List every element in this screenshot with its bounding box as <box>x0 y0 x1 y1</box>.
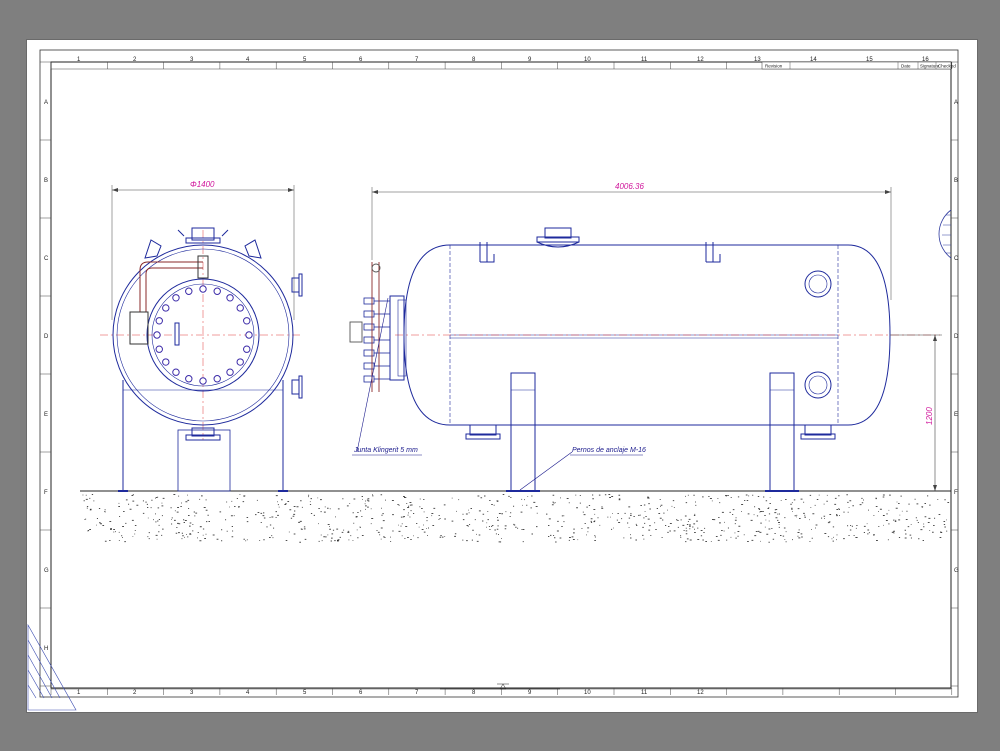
flange-bolt <box>226 294 234 302</box>
leaders <box>352 297 643 491</box>
flange-bolt <box>213 287 221 295</box>
frame-ticks <box>40 61 958 695</box>
col-label: 11 <box>641 690 648 696</box>
cad-viewport[interactable]: 1 2 3 4 5 6 7 8 9 10 11 12 13 14 15 16 1… <box>0 0 1000 751</box>
row-label: D <box>44 334 49 340</box>
end-view <box>100 185 303 492</box>
flange-bolt <box>226 368 234 376</box>
flange-bolt <box>199 285 207 293</box>
flange-bolt <box>236 304 244 312</box>
row-label: A <box>44 100 48 106</box>
flange-bolt <box>185 287 193 295</box>
title-block-signature: Signature <box>920 64 940 69</box>
row-label: G <box>954 568 959 574</box>
col-label: 6 <box>359 690 363 696</box>
row-label: F <box>954 490 958 496</box>
flange-bolt <box>363 323 375 331</box>
row-label: C <box>954 256 959 262</box>
col-label: 10 <box>584 57 591 63</box>
row-label: B <box>44 178 48 184</box>
row-label: B <box>954 178 958 184</box>
flange-bolt <box>155 345 163 353</box>
edge-detail-arc <box>938 209 952 259</box>
title-block-revision: Revision <box>765 64 783 69</box>
row-label: H <box>44 646 48 652</box>
length-dimension: 4006.36 <box>615 182 644 191</box>
row-labels-left: A B C D E F G H <box>44 100 49 652</box>
inner-frame <box>50 61 952 689</box>
flange-bolt <box>213 375 221 383</box>
col-label: 10 <box>584 690 591 696</box>
flange-bolt <box>363 375 375 383</box>
flange-bolt <box>199 377 207 385</box>
title-block-checked: Checked <box>938 64 956 69</box>
col-label: 8 <box>472 690 476 696</box>
col-label: 13 <box>754 57 761 63</box>
col-label: 5 <box>303 690 307 696</box>
flange-bolt <box>172 368 180 376</box>
flange-bolt <box>363 349 375 357</box>
title-block-date: Date <box>901 64 911 69</box>
row-label: F <box>44 490 48 496</box>
flange-bolt <box>363 310 375 318</box>
flange-bolts <box>363 297 390 383</box>
anchor-bolts-note: Pernos de anclaje M-16 <box>572 447 646 454</box>
col-label: 3 <box>190 690 194 696</box>
flange-bolt <box>185 375 193 383</box>
height-dimension: 1200 <box>925 407 934 425</box>
col-label: 2 <box>133 690 137 696</box>
col-label: 11 <box>641 57 648 63</box>
flange-bolt <box>155 317 163 325</box>
col-label: 12 <box>697 690 704 696</box>
row-label: C <box>44 256 49 262</box>
row-label: A <box>954 100 958 106</box>
flange-bolt <box>172 294 180 302</box>
gravel-pattern <box>82 494 950 543</box>
flange-bolt <box>153 331 161 339</box>
col-label: 12 <box>697 57 704 63</box>
col-label: 7 <box>415 690 419 696</box>
flange-bolt <box>363 362 375 370</box>
row-label: G <box>44 568 49 574</box>
col-label: 9 <box>528 690 532 696</box>
diameter-dimension: Φ1400 <box>190 180 215 189</box>
row-label: D <box>954 334 959 340</box>
flange-bolt <box>245 331 253 339</box>
col-label: 4 <box>246 690 250 696</box>
flange-bolt <box>236 358 244 366</box>
flange-bolt <box>243 345 251 353</box>
column-labels-bottom: 1 2 3 4 5 6 7 8 9 10 11 12 <box>77 690 704 696</box>
pressure-vessel-drawing: 1 2 3 4 5 6 7 8 9 10 11 12 13 14 15 16 1… <box>27 49 959 711</box>
gasket-note: Junta Klingerit 5 mm <box>353 447 418 454</box>
col-label: 1 <box>77 690 81 696</box>
flange-bolt <box>363 336 375 344</box>
flange-bolt <box>363 297 375 305</box>
row-label: E <box>44 412 48 418</box>
flange-bolt <box>243 317 251 325</box>
flange-bolt <box>162 358 170 366</box>
title-block: Revision Date Signature Checked <box>761 61 956 70</box>
flange-bolt <box>162 304 170 312</box>
row-label: E <box>954 412 958 418</box>
side-view <box>371 187 942 492</box>
